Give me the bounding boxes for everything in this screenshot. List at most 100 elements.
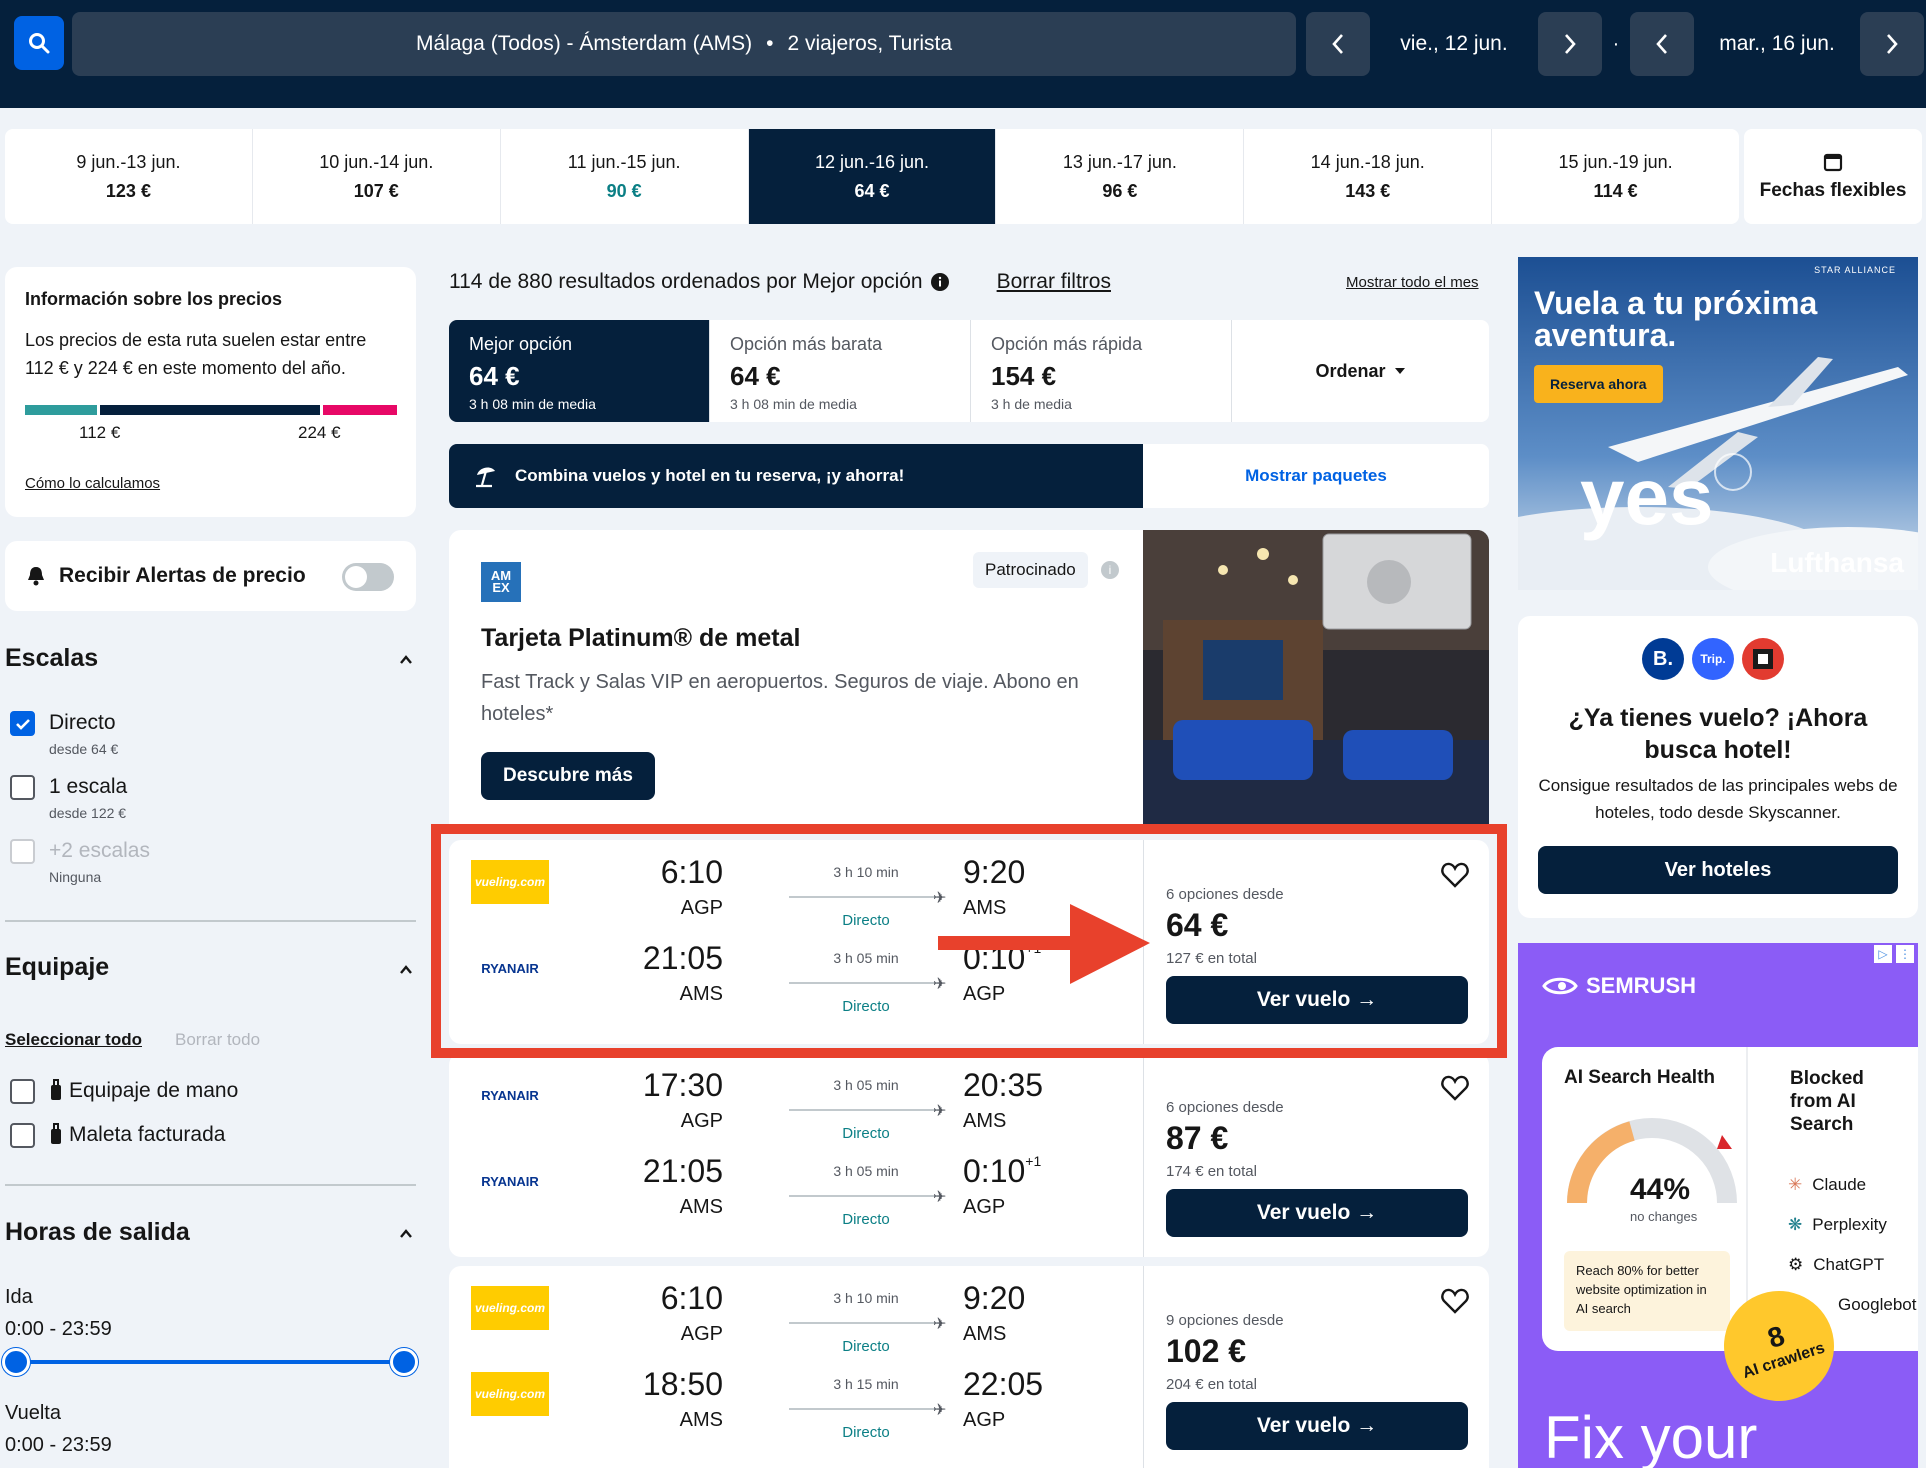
route-summary-field[interactable]: Málaga (Todos) - Ámsterdam (AMS) • 2 via… [72, 12, 1296, 76]
suitcase-icon [51, 1123, 61, 1144]
flight-result-card[interactable]: vueling.com 6:10 AGP 3 h 10 min ✈ Directo… [449, 1266, 1489, 1468]
sort-fastest-option[interactable]: Opción más rápida 154 € 3 h de media [971, 320, 1232, 422]
next-depart-date-button[interactable] [1538, 12, 1602, 76]
arrival: 20:35 AMS [963, 1067, 1043, 1133]
date-option[interactable]: 9 jun.-13 jun. 123 € [5, 129, 253, 224]
lufthansa-brand: Lufthansa [1770, 547, 1904, 578]
info-icon[interactable] [930, 273, 949, 291]
stops-sub: desde 64 € [49, 741, 119, 757]
chevron-up-icon[interactable] [398, 1226, 414, 1242]
sort-options-bar: Mejor opción 64 € 3 h 08 min de media Op… [449, 320, 1489, 422]
show-packages-button[interactable]: Mostrar paquetes [1143, 444, 1489, 508]
bot-list: ✳ Claude ❋ Perplexity ⚙ ChatGPT Googlebot [1788, 1175, 1916, 1315]
search-button[interactable] [14, 16, 64, 70]
chevron-up-icon[interactable] [398, 652, 414, 668]
ai-health-card: AI Search Health 44% no changes Reach 80… [1542, 1047, 1918, 1351]
price-range-high: 224 € [298, 423, 341, 442]
book-now-button[interactable]: Reserva ahora [1534, 365, 1663, 403]
heart-icon[interactable] [1441, 1075, 1469, 1101]
stops-one-option[interactable]: 1 escala desde 122 € [10, 775, 127, 821]
sort-sub: 3 h de media [991, 396, 1072, 412]
chevron-right-icon [1565, 34, 1576, 54]
info-icon[interactable]: i [1101, 561, 1119, 579]
chevron-up-icon[interactable] [398, 962, 414, 978]
ad-menu-icon[interactable]: ⋮ [1896, 945, 1914, 963]
arrival-time: 20:35 [963, 1067, 1044, 1103]
cabin-bag-checkbox[interactable] [10, 1079, 35, 1104]
bell-icon [28, 567, 44, 586]
direct-checkbox[interactable] [10, 711, 35, 736]
baggage-label: Equipaje de mano [69, 1079, 239, 1102]
date-option[interactable]: 14 jun.-18 jun. 143 € [1244, 129, 1493, 224]
one-stop-checkbox[interactable] [10, 775, 35, 800]
date-option[interactable]: 15 jun.-19 jun. 114 € [1492, 129, 1739, 224]
airline-logo: RYANAIR [481, 1087, 539, 1103]
semrush-flame-icon [1542, 977, 1578, 995]
baggage-cabin-option[interactable]: Equipaje de mano [10, 1079, 238, 1104]
route-text: Málaga (Todos) - Ámsterdam (AMS) [415, 32, 753, 55]
price-alerts-toggle[interactable] [342, 563, 394, 591]
prev-return-date-button[interactable] [1630, 12, 1694, 76]
baggage-select-all[interactable]: Seleccionar todo [5, 1030, 142, 1050]
clear-filters-link[interactable]: Borrar filtros [997, 270, 1111, 294]
arrival: 9:20 AMS [963, 1280, 1025, 1346]
date-price: 90 € [606, 180, 642, 201]
combo-text: Combina vuelos y hotel en tu reserva, ¡y… [515, 466, 905, 485]
baggage-checked-option[interactable]: Maleta facturada [10, 1123, 225, 1148]
sort-order-dropdown[interactable]: Ordenar [1232, 320, 1489, 422]
slider-handle-start[interactable] [2, 1348, 30, 1376]
sort-cheapest-option[interactable]: Opción más barata 64 € 3 h 08 min de med… [710, 320, 971, 422]
date-range: 11 jun.-15 jun. [567, 151, 681, 172]
stops-sub: Ninguna [49, 869, 102, 885]
stops-label: +2 escalas [49, 839, 150, 862]
bot-item: ✳ Claude [1788, 1175, 1916, 1195]
date-option[interactable]: 13 jun.-17 jun. 96 € [996, 129, 1245, 224]
date-option-selected[interactable]: 12 jun.-16 jun. 64 € [748, 129, 997, 224]
adchoices-icon[interactable]: ▷ [1874, 945, 1892, 963]
date-option[interactable]: 11 jun.-15 jun. 90 € [501, 129, 749, 224]
view-hotels-button[interactable]: Ver hoteles [1538, 846, 1898, 894]
dot-separator: • [766, 32, 774, 55]
view-flight-button[interactable]: Ver vuelo → [1166, 1402, 1468, 1450]
flight-line [789, 1408, 939, 1410]
flight-total: 174 € en total [1166, 1163, 1257, 1180]
return-date[interactable]: mar., 16 jun. [1694, 12, 1860, 76]
outbound-time-slider[interactable] [2, 1348, 418, 1376]
show-month-link[interactable]: Mostrar todo el mes [1346, 274, 1479, 291]
filter-divider [5, 1184, 416, 1186]
discover-more-button[interactable]: Descubre más [481, 752, 655, 800]
amex-logo: AM EX [481, 562, 521, 602]
departure-airport: AMS [679, 1409, 723, 1431]
return-leg: RYANAIR 21:05 AMS 3 h 05 min ✈ Directo 0:… [449, 1139, 1143, 1228]
how-we-calculate-link[interactable]: Cómo lo calculamos [25, 475, 160, 492]
date-price-strip: 9 jun.-13 jun. 123 € 10 jun.-14 jun. 107 €… [5, 129, 1739, 224]
sort-best-option[interactable]: Mejor opción 64 € 3 h 08 min de media [449, 320, 710, 422]
price-column: 9 opciones desde 102 € 204 € en total Ve… [1143, 1266, 1489, 1468]
flexible-dates-button[interactable]: Fechas flexibles [1744, 129, 1922, 224]
date-option[interactable]: 10 jun.-14 jun. 107 € [253, 129, 501, 224]
baggage-clear-all[interactable]: Borrar todo [175, 1030, 260, 1050]
view-flight-button[interactable]: Ver vuelo → [1166, 1189, 1468, 1237]
crawlers-count: 8 [1763, 1319, 1789, 1355]
heart-icon[interactable] [1441, 1288, 1469, 1314]
arrival: 22:05 AGP [963, 1366, 1043, 1432]
baggage-filter-title: Equipaje [5, 953, 110, 981]
date-price: 96 € [1102, 180, 1138, 201]
bot-item: ❋ Perplexity [1788, 1215, 1916, 1235]
slider-handle-end[interactable] [390, 1348, 418, 1376]
top-search-bar: Málaga (Todos) - Ámsterdam (AMS) • 2 via… [0, 0, 1926, 108]
flight-result-card[interactable]: RYANAIR 17:30 AGP 3 h 05 min ✈ Directo 20… [449, 1053, 1489, 1257]
departure: 18:50 AMS [643, 1366, 723, 1432]
lufthansa-ad[interactable]: STAR ALLIANCE Vuela a tu próxima aventur… [1518, 257, 1918, 590]
semrush-ad[interactable]: ▷ ⋮ SEMRUSH AI Search Health 44% no chan… [1518, 943, 1918, 1468]
depart-date[interactable]: vie., 12 jun. [1370, 12, 1538, 76]
prev-depart-date-button[interactable] [1306, 12, 1370, 76]
departure-time: 17:30 [642, 1067, 723, 1103]
sort-label: Opción más rápida [991, 334, 1143, 354]
next-return-date-button[interactable] [1860, 12, 1924, 76]
departure: 17:30 AGP [643, 1067, 723, 1133]
bot-name: ChatGPT [1813, 1255, 1885, 1274]
stops-direct-option[interactable]: Directo desde 64 € [10, 711, 118, 757]
date-range: 12 jun.-16 jun. [814, 151, 930, 172]
checked-bag-checkbox[interactable] [10, 1123, 35, 1148]
